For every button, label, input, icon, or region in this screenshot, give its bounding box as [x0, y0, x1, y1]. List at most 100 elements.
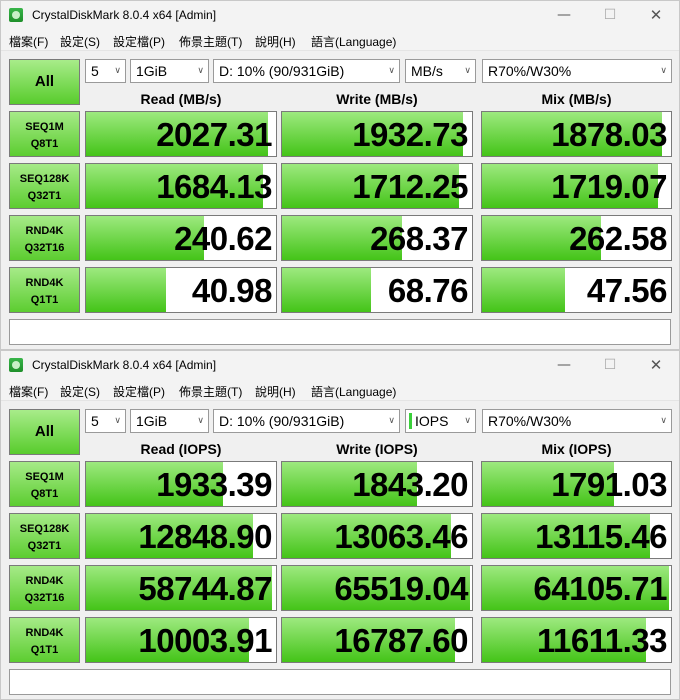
- count-select[interactable]: 5 ∨: [85, 59, 126, 83]
- count-select-value: 5: [91, 63, 99, 79]
- drive-select-value: D: 10% (90/931GiB): [219, 63, 345, 79]
- test-button[interactable]: SEQ128K Q32T1: [9, 513, 80, 559]
- chevron-down-icon: ∨: [114, 66, 121, 76]
- menu-item[interactable]: 檔案(F): [9, 383, 48, 400]
- result-value: 13063.46: [334, 518, 468, 555]
- result-cell-write: 1932.73: [281, 111, 473, 157]
- result-cell-write: 268.37: [281, 215, 473, 261]
- menu-item[interactable]: 設定(S): [60, 383, 100, 400]
- result-value: 268.37: [370, 220, 468, 257]
- window-top: CrystalDiskMark 8.0.4 x64 [Admin] — ☐ ✕ 檔案(F…: [0, 0, 680, 350]
- column-header-write: Write (MB/s): [336, 91, 418, 107]
- unit-select-value: IOPS: [415, 413, 449, 429]
- mix-select[interactable]: R70%/W30% ∨: [482, 409, 672, 433]
- result-value: 1878.03: [551, 116, 667, 153]
- mix-select-value: R70%/W30%: [488, 413, 572, 429]
- minimize-button[interactable]: —: [541, 351, 587, 380]
- chevron-down-icon: ∨: [660, 416, 667, 426]
- chevron-down-icon: ∨: [388, 66, 395, 76]
- size-select[interactable]: 1GiB ∨: [130, 59, 209, 83]
- test-button[interactable]: SEQ1M Q8T1: [9, 111, 80, 157]
- chevron-down-icon: ∨: [197, 66, 204, 76]
- menu-item[interactable]: 說明(H): [255, 383, 296, 400]
- result-cell-mix: 1719.07: [481, 163, 672, 209]
- result-value: 40.98: [191, 272, 273, 309]
- menu-item[interactable]: 語言(Language): [311, 383, 396, 400]
- test-name: SEQ1M: [25, 471, 64, 483]
- result-value: 12848.90: [138, 518, 272, 555]
- menu-item[interactable]: 設定檔(P): [113, 33, 165, 50]
- count-select-value: 5: [91, 413, 99, 429]
- result-value: 240.62: [174, 220, 272, 257]
- close-button[interactable]: ✕: [633, 1, 679, 30]
- result-value: 1791.03: [551, 466, 667, 503]
- chevron-down-icon: ∨: [388, 416, 395, 426]
- test-name: RND4K: [25, 277, 64, 289]
- test-params: Q1T1: [30, 644, 59, 656]
- column-header-read: Read (IOPS): [140, 441, 222, 457]
- test-params: Q32T16: [24, 592, 65, 604]
- result-value: 1932.73: [352, 116, 468, 153]
- result-value: 58744.87: [138, 570, 272, 607]
- menu-item[interactable]: 設定(S): [60, 33, 100, 50]
- result-bar: [282, 268, 372, 312]
- menu-item[interactable]: 佈景主題(T): [179, 383, 242, 400]
- menu-bar: 檔案(F) 設定(S) 設定檔(P) 佈景主題(T) 說明(H) 語言(Language): [1, 30, 679, 51]
- minimize-button[interactable]: —: [541, 1, 587, 30]
- menu-item[interactable]: 佈景主題(T): [179, 33, 242, 50]
- test-button[interactable]: RND4K Q32T16: [9, 215, 80, 261]
- result-value: 1719.07: [551, 168, 667, 205]
- unit-select[interactable]: MB/s ∨: [405, 59, 476, 83]
- window-title: CrystalDiskMark 8.0.4 x64 [Admin]: [32, 358, 217, 372]
- maximize-button[interactable]: ☐: [587, 1, 633, 30]
- test-button[interactable]: RND4K Q1T1: [9, 617, 80, 663]
- close-button[interactable]: ✕: [633, 351, 679, 380]
- result-cell-write: 13063.46: [281, 513, 473, 559]
- column-header-mix: Mix (MB/s): [541, 91, 612, 107]
- result-cell-write: 1712.25: [281, 163, 473, 209]
- drive-select[interactable]: D: 10% (90/931GiB) ∨: [213, 59, 400, 83]
- test-name: SEQ128K: [19, 173, 70, 185]
- test-name: SEQ1M: [25, 121, 64, 133]
- test-button[interactable]: SEQ128K Q32T1: [9, 163, 80, 209]
- menu-bar: 檔案(F) 設定(S) 設定檔(P) 佈景主題(T) 說明(H) 語言(Language): [1, 380, 679, 401]
- mix-select-value: R70%/W30%: [488, 63, 572, 79]
- result-cell-write: 65519.04: [281, 565, 473, 611]
- test-button[interactable]: RND4K Q32T16: [9, 565, 80, 611]
- unit-marker: [409, 413, 412, 429]
- menu-item[interactable]: 語言(Language): [311, 33, 396, 50]
- result-value: 68.76: [387, 272, 469, 309]
- window-bottom: CrystalDiskMark 8.0.4 x64 [Admin] — ☐ ✕ 檔案(F…: [0, 350, 680, 700]
- result-cell-mix: 1791.03: [481, 461, 672, 507]
- result-value: 65519.04: [334, 570, 468, 607]
- result-cell-write: 16787.60: [281, 617, 473, 663]
- test-button[interactable]: SEQ1M Q8T1: [9, 461, 80, 507]
- unit-select[interactable]: IOPS ∨: [405, 409, 476, 433]
- result-value: 262.58: [569, 220, 667, 257]
- menu-item[interactable]: 檔案(F): [9, 33, 48, 50]
- app-icon: [9, 358, 23, 372]
- test-params: Q32T1: [27, 190, 62, 202]
- mix-select[interactable]: R70%/W30% ∨: [482, 59, 672, 83]
- result-cell-mix: 1878.03: [481, 111, 672, 157]
- menu-item[interactable]: 說明(H): [255, 33, 296, 50]
- size-select[interactable]: 1GiB ∨: [130, 409, 209, 433]
- window-title: CrystalDiskMark 8.0.4 x64 [Admin]: [32, 8, 217, 22]
- maximize-button[interactable]: ☐: [587, 351, 633, 380]
- benchmark-panel: All 5 ∨ 1GiB ∨ D: 10% (90/931GiB) ∨ MB/s ∨ R70%/W…: [1, 51, 679, 349]
- result-cell-mix: 47.56: [481, 267, 672, 313]
- result-cell-read: 40.98: [85, 267, 277, 313]
- comment-field[interactable]: [9, 319, 671, 345]
- result-value: 16787.60: [334, 622, 468, 659]
- result-value: 1684.13: [156, 168, 272, 205]
- column-header-read: Read (MB/s): [140, 91, 222, 107]
- all-button[interactable]: All: [9, 409, 80, 455]
- result-cell-mix: 13115.46: [481, 513, 672, 559]
- all-button[interactable]: All: [9, 59, 80, 105]
- test-button[interactable]: RND4K Q1T1: [9, 267, 80, 313]
- count-select[interactable]: 5 ∨: [85, 409, 126, 433]
- menu-item[interactable]: 設定檔(P): [113, 383, 165, 400]
- title-bar: CrystalDiskMark 8.0.4 x64 [Admin] — ☐ ✕: [1, 351, 679, 380]
- drive-select[interactable]: D: 10% (90/931GiB) ∨: [213, 409, 400, 433]
- comment-field[interactable]: [9, 669, 671, 695]
